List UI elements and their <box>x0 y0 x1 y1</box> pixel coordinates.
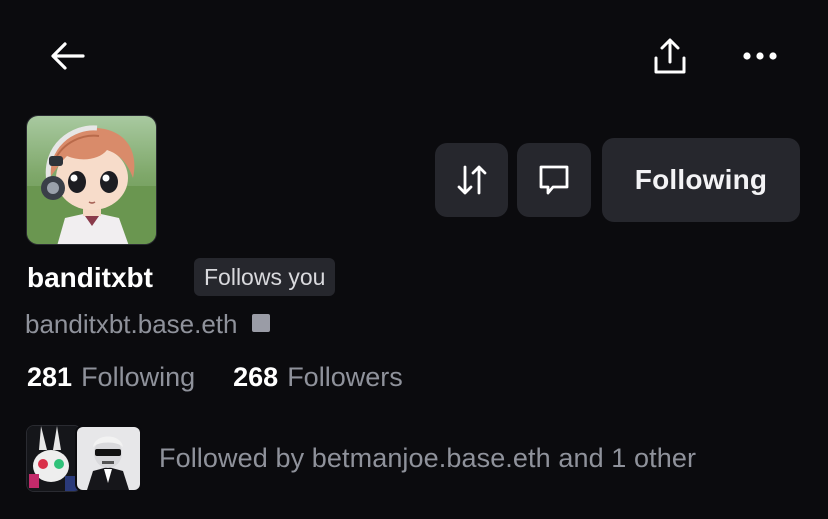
followers-stat[interactable]: 268 Followers <box>233 362 403 393</box>
back-button[interactable] <box>44 36 92 76</box>
avatar-image <box>27 116 156 244</box>
swap-button[interactable] <box>435 143 508 217</box>
arrow-left-icon <box>51 42 85 70</box>
username: banditxbt <box>27 262 153 293</box>
mutual-avatar-1 <box>26 425 82 492</box>
mutual-avatars <box>26 425 142 492</box>
follow-stats: 281 Following 268 Followers <box>27 362 441 393</box>
followers-count: 268 <box>233 362 279 392</box>
more-horizontal-icon <box>743 52 777 60</box>
profile-avatar[interactable] <box>26 115 157 245</box>
message-button[interactable] <box>517 143 591 217</box>
following-count: 281 <box>27 362 73 392</box>
following-label: Following <box>81 362 196 392</box>
handle-row: banditxbt.base.eth <box>25 309 270 340</box>
verification-square-icon <box>251 313 270 332</box>
followers-label: Followers <box>287 362 403 392</box>
share-button[interactable] <box>648 34 692 78</box>
ens-handle[interactable]: banditxbt.base.eth <box>25 309 238 340</box>
message-icon <box>539 165 569 195</box>
profile-screen: Following banditxbt Follows you banditxb… <box>0 0 828 519</box>
following-stat[interactable]: 281 Following <box>27 362 195 393</box>
follows-you-badge: Follows you <box>194 258 336 296</box>
followed-by-text: Followed by betmanjoe.base.eth and 1 oth… <box>159 443 697 473</box>
more-button[interactable] <box>736 36 784 76</box>
mutual-avatar-2 <box>75 425 142 492</box>
share-icon <box>654 38 686 74</box>
following-button[interactable]: Following <box>602 138 800 222</box>
mutual-followers[interactable]: Followed by betmanjoe.base.eth and 1 oth… <box>26 425 696 492</box>
swap-arrows-icon <box>457 165 486 195</box>
